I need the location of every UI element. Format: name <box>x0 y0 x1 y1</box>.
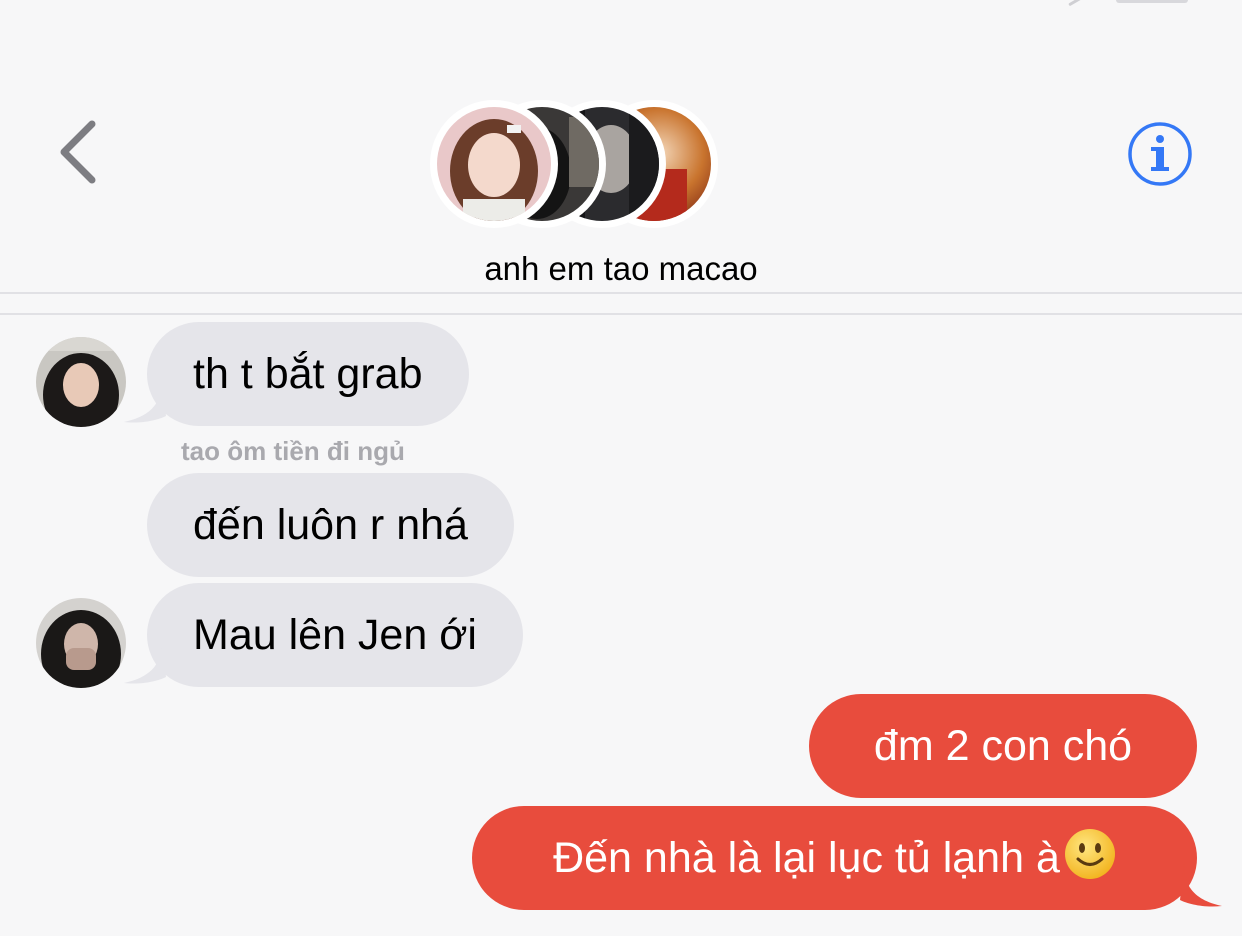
message-bubble[interactable]: Đến nhà là lại lục tủ lạnh à <box>472 806 1197 910</box>
sender-avatar[interactable] <box>36 337 126 427</box>
message-text: Mau lên Jen ới <box>193 611 477 659</box>
message-bubble[interactable]: đm 2 con chó <box>809 694 1197 798</box>
header-divider <box>0 313 1242 315</box>
back-button[interactable] <box>52 116 108 188</box>
bubble-tail <box>1180 864 1222 907</box>
message-bubble[interactable]: đến luôn r nhá <box>147 473 514 577</box>
message-text: th t bắt grab <box>193 350 423 398</box>
info-circle-icon <box>1128 122 1192 186</box>
sender-avatar[interactable] <box>36 598 126 688</box>
sender-name: tao ôm tiền đi ngủ <box>181 436 405 466</box>
chevron-left-icon <box>60 120 96 184</box>
header-divider <box>0 292 1242 294</box>
message-bubble[interactable]: th t bắt grab <box>147 322 469 426</box>
message-bubble[interactable]: Mau lên Jen ới <box>147 583 523 687</box>
status-bar-battery <box>1116 0 1188 3</box>
group-member-avatar <box>430 100 558 228</box>
status-bar-signal <box>1068 0 1082 7</box>
info-button[interactable] <box>1126 121 1194 187</box>
slightly-smiling-face-icon <box>1064 829 1115 879</box>
group-avatar-stack[interactable] <box>430 100 720 232</box>
bubble-tail <box>124 641 166 684</box>
message-text: Đến nhà là lại lục tủ lạnh à <box>553 834 1060 882</box>
message-text: đến luôn r nhá <box>193 501 468 549</box>
group-name[interactable]: anh em tao macao <box>0 250 1242 288</box>
message-text: đm 2 con chó <box>873 722 1133 770</box>
